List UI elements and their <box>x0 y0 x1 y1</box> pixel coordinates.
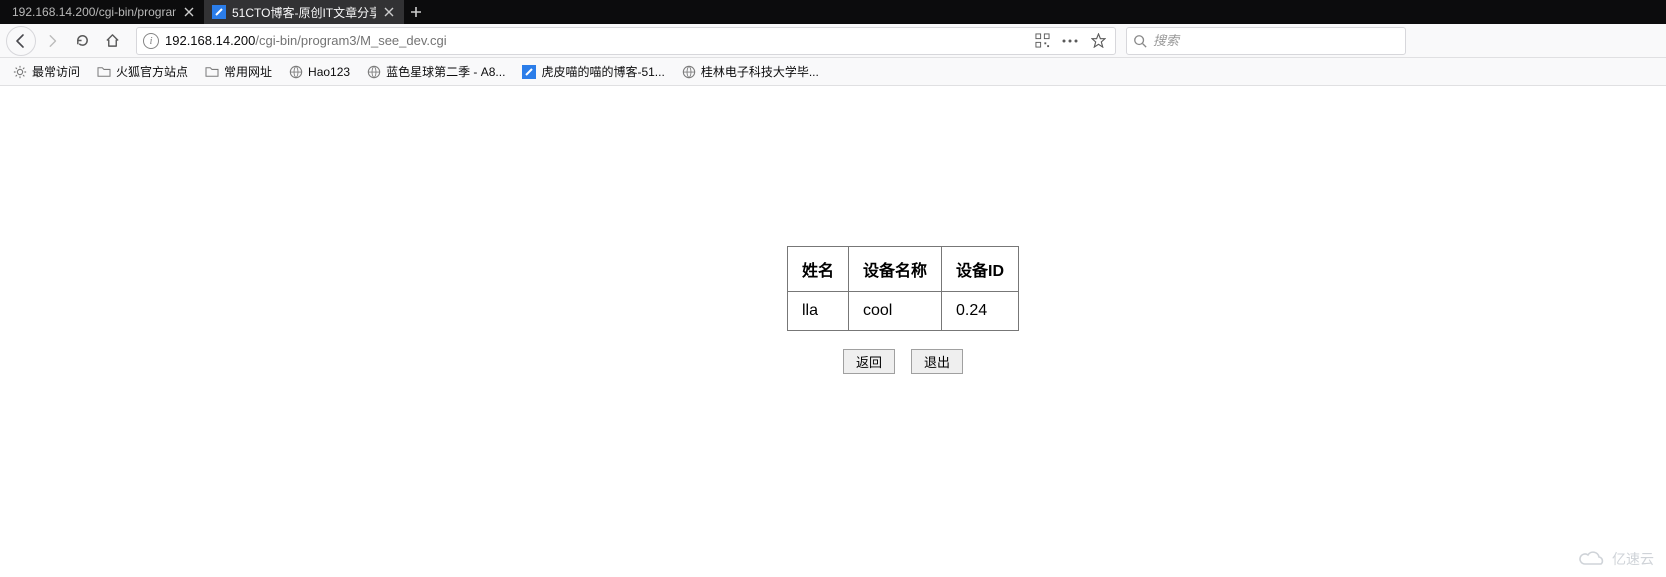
close-tab-icon[interactable] <box>382 5 396 19</box>
table-row: lla cool 0.24 <box>787 292 1018 331</box>
bookmark-label: 桂林电子科技大学毕... <box>701 63 819 80</box>
folder-icon <box>204 64 220 80</box>
browser-tab-1[interactable]: 51CTO博客-原创IT文章分享平 <box>204 0 404 24</box>
search-icon <box>1133 34 1147 48</box>
url-path: /cgi-bin/program3/M_see_dev.cgi <box>255 33 446 48</box>
urlbar-actions <box>1033 32 1109 50</box>
new-tab-button[interactable] <box>404 0 428 24</box>
nav-toolbar: i 192.168.14.200/cgi-bin/program3/M_see_… <box>0 24 1666 58</box>
table-header-row: 姓名 设备名称 设备ID <box>787 247 1018 292</box>
bookmark-item-3[interactable]: 蓝色星球第二季 - A8... <box>360 61 511 82</box>
watermark: 亿速云 <box>1578 549 1654 569</box>
bookmark-label: 虎皮喵的喵的博客-51... <box>541 63 664 80</box>
button-row: 返回 退出 <box>787 349 1019 374</box>
bookmark-item-5[interactable]: 桂林电子科技大学毕... <box>675 61 825 82</box>
bookmark-most-visited[interactable]: 最常访问 <box>6 61 86 82</box>
site-favicon-icon <box>521 64 537 80</box>
tab-strip: 192.168.14.200/cgi-bin/program 51CTO博客-原… <box>0 0 1666 24</box>
col-header-name: 姓名 <box>787 247 848 292</box>
bookmark-label: 火狐官方站点 <box>116 63 188 80</box>
bookmarks-bar: 最常访问 火狐官方站点 常用网址 Hao123 蓝色星球第二季 - A8... … <box>0 58 1666 86</box>
exit-form-button[interactable]: 退出 <box>911 349 963 374</box>
cell-device-name: cool <box>848 292 941 331</box>
url-host: 192.168.14.200 <box>165 33 255 48</box>
bookmark-label: Hao123 <box>308 65 350 79</box>
browser-tab-0[interactable]: 192.168.14.200/cgi-bin/program <box>4 0 204 24</box>
page-actions-icon[interactable] <box>1061 32 1079 50</box>
url-bar[interactable]: i 192.168.14.200/cgi-bin/program3/M_see_… <box>136 27 1116 55</box>
favicon-icon <box>212 5 226 19</box>
back-button[interactable] <box>6 26 36 56</box>
search-input[interactable] <box>1153 33 1399 48</box>
watermark-text: 亿速云 <box>1612 549 1654 569</box>
gear-icon <box>12 64 28 80</box>
bookmark-label: 常用网址 <box>224 63 272 80</box>
folder-icon <box>96 64 112 80</box>
close-tab-icon[interactable] <box>182 5 196 19</box>
back-form-button[interactable]: 返回 <box>843 349 895 374</box>
bookmark-item-0[interactable]: 火狐官方站点 <box>90 61 194 82</box>
cloud-icon <box>1578 551 1606 567</box>
bookmark-item-2[interactable]: Hao123 <box>282 62 356 82</box>
page-body: 姓名 设备名称 设备ID lla cool 0.24 返回 退出 <box>0 86 1666 374</box>
bookmark-item-4[interactable]: 虎皮喵的喵的博客-51... <box>515 61 670 82</box>
device-table: 姓名 设备名称 设备ID lla cool 0.24 <box>787 246 1019 331</box>
globe-icon <box>288 64 304 80</box>
bookmark-star-icon[interactable] <box>1089 32 1107 50</box>
globe-icon <box>681 64 697 80</box>
url-text: 192.168.14.200/cgi-bin/program3/M_see_de… <box>165 33 1027 48</box>
cell-name: lla <box>787 292 848 331</box>
col-header-device-name: 设备名称 <box>848 247 941 292</box>
bookmark-label: 蓝色星球第二季 - A8... <box>386 63 505 80</box>
site-identity-icon[interactable]: i <box>143 33 159 49</box>
cell-device-id: 0.24 <box>942 292 1019 331</box>
forward-button[interactable] <box>38 27 66 55</box>
home-button[interactable] <box>98 27 126 55</box>
col-header-device-id: 设备ID <box>942 247 1019 292</box>
bookmark-label: 最常访问 <box>32 63 80 80</box>
tab-label: 51CTO博客-原创IT文章分享平 <box>232 4 376 21</box>
globe-icon <box>366 64 382 80</box>
qr-icon[interactable] <box>1033 32 1051 50</box>
reload-button[interactable] <box>68 27 96 55</box>
tab-label: 192.168.14.200/cgi-bin/program <box>12 5 176 19</box>
bookmark-item-1[interactable]: 常用网址 <box>198 61 278 82</box>
search-bar[interactable] <box>1126 27 1406 55</box>
